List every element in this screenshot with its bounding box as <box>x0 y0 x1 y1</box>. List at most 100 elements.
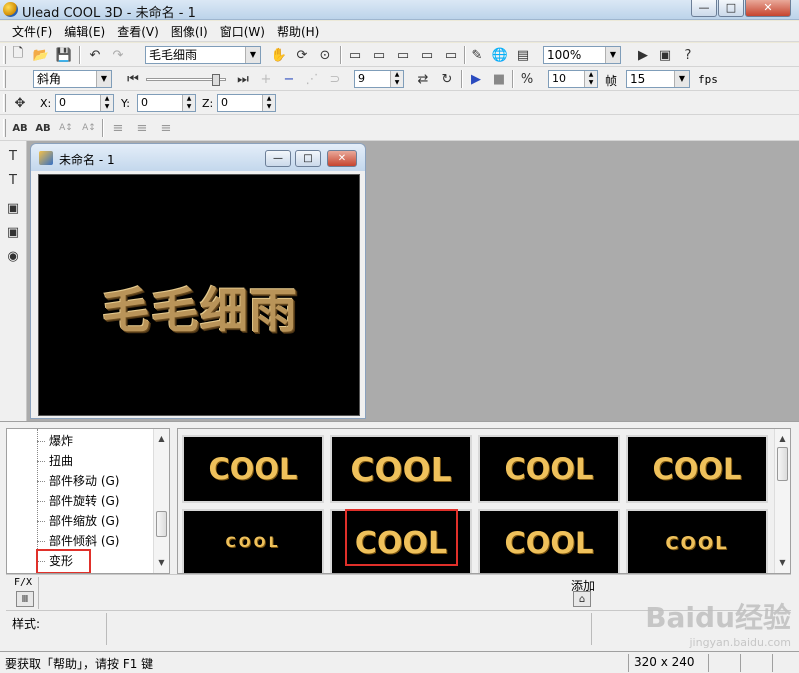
geometric-object-icon[interactable]: ◉ <box>4 247 22 265</box>
chevron-down-icon[interactable]: ▼ <box>245 47 260 63</box>
thumbnail-7[interactable]: COOL <box>478 509 620 573</box>
z-spin[interactable]: 0 ▲ ▼ <box>217 94 276 112</box>
thumbnail-1[interactable]: COOL <box>182 435 324 503</box>
doc-maximize-button[interactable]: □ <box>295 150 321 167</box>
maximize-button[interactable]: □ <box>718 0 744 17</box>
last-frame-icon[interactable]: ⏭ <box>234 70 252 88</box>
insert-text-icon[interactable]: T <box>4 147 22 165</box>
close-button[interactable]: ✕ <box>745 0 791 17</box>
zoom-combo[interactable]: 100% ▼ <box>543 46 621 64</box>
spin-arrows-icon[interactable]: ▲ ▼ <box>182 95 195 111</box>
pingpong-icon[interactable]: ↻ <box>438 70 456 88</box>
bevel-combo[interactable]: 斜角 ▼ <box>33 70 112 88</box>
hand-icon[interactable]: ✋ <box>270 46 288 64</box>
thumbnail-3[interactable]: COOL <box>478 435 620 503</box>
spin-arrows-icon[interactable]: ▲ ▼ <box>390 71 403 87</box>
timeline-slider[interactable] <box>146 74 226 88</box>
edit-text-icon[interactable]: T <box>4 171 22 189</box>
thumbnail-8[interactable]: COOL <box>626 509 768 573</box>
render-canvas[interactable]: 毛毛细雨 <box>38 174 360 416</box>
scroll-up-icon[interactable]: ▲ <box>775 431 790 447</box>
loop-icon[interactable]: ⇄ <box>414 70 432 88</box>
gallery-scrollbar[interactable]: ▲ ▼ <box>774 429 790 573</box>
insert-graphic-icon[interactable]: ▣ <box>4 199 22 217</box>
tree-item-part-scale[interactable]: 部件缩放 (G) <box>47 512 121 530</box>
align-bottom-icon[interactable]: ▭ <box>394 46 412 64</box>
letter-spacing-narrow-icon[interactable]: AB <box>34 119 52 137</box>
thumbnail-2[interactable]: COOL <box>330 435 472 503</box>
slider-thumb[interactable] <box>212 74 220 86</box>
move-object-icon[interactable]: ✥ <box>11 94 29 112</box>
tree-item-twist[interactable]: 扭曲 <box>47 452 75 470</box>
line-spacing-narrow-icon[interactable]: A↕ <box>80 119 98 137</box>
spin-arrows-icon[interactable]: ▲ ▼ <box>584 71 597 87</box>
tree-item-part-skew[interactable]: 部件倾斜 (G) <box>47 532 121 550</box>
spin-arrows-icon[interactable]: ▲ ▼ <box>100 95 113 111</box>
line-spacing-icon[interactable]: A↕ <box>57 119 75 137</box>
play-icon[interactable]: ▶ <box>467 70 485 88</box>
align-text-right-icon[interactable]: ≡ <box>157 119 175 137</box>
menu-window[interactable]: 窗口(W) <box>214 23 271 40</box>
menu-help[interactable]: 帮助(H) <box>271 23 325 40</box>
rotate-object-icon[interactable]: ⟳ <box>293 46 311 64</box>
align-middle-icon[interactable]: ▭ <box>370 46 388 64</box>
minimize-button[interactable]: — <box>691 0 717 17</box>
save-icon[interactable]: 💾 <box>55 46 73 64</box>
total-frames-spin[interactable]: 10 ▲ ▼ <box>548 70 598 88</box>
text-combo[interactable]: 毛毛细雨 ▼ <box>145 46 261 64</box>
menu-edit[interactable]: 编辑(E) <box>58 23 111 40</box>
scroll-thumb[interactable] <box>156 511 167 537</box>
select-object-icon[interactable]: ⊙ <box>316 46 334 64</box>
fps-combo[interactable]: 15 ▼ <box>626 70 690 88</box>
align-text-center-icon[interactable]: ≡ <box>133 119 151 137</box>
chevron-down-icon[interactable]: ▼ <box>605 47 620 63</box>
align-right-icon[interactable]: ▭ <box>442 46 460 64</box>
reverse-icon[interactable]: ⊃ <box>326 70 344 88</box>
scroll-up-icon[interactable]: ▲ <box>154 431 169 447</box>
chevron-down-icon[interactable]: ▼ <box>674 71 689 87</box>
scroll-down-icon[interactable]: ▼ <box>154 555 169 571</box>
scroll-thumb[interactable] <box>777 447 788 481</box>
menu-view[interactable]: 查看(V) <box>111 23 165 40</box>
tree-item-explode[interactable]: 爆炸 <box>47 432 75 450</box>
first-frame-icon[interactable]: ⏮ <box>124 70 142 88</box>
tree-item-part-rotate[interactable]: 部件旋转 (G) <box>47 492 121 510</box>
spin-arrows-icon[interactable]: ▲ ▼ <box>262 95 275 111</box>
edit-graphic-icon[interactable]: ▣ <box>4 223 22 241</box>
percent-icon[interactable]: % <box>518 70 536 88</box>
canvas-3d-text[interactable]: 毛毛细雨 <box>64 271 336 341</box>
scroll-down-icon[interactable]: ▼ <box>775 555 790 571</box>
menu-file[interactable]: 文件(F) <box>6 23 58 40</box>
remove-keyframe-icon[interactable]: − <box>280 70 298 88</box>
align-top-icon[interactable]: ▭ <box>346 46 364 64</box>
open-folder-icon[interactable]: 📂 <box>32 46 50 64</box>
tween-icon[interactable]: ⋰ <box>303 70 321 88</box>
preview-icon[interactable]: ▶ <box>634 46 652 64</box>
chevron-down-icon[interactable]: ▼ <box>96 71 111 87</box>
thumbnail-4[interactable]: COOL <box>626 435 768 503</box>
undo-icon[interactable]: ↶ <box>86 46 104 64</box>
letter-spacing-icon[interactable]: AB <box>11 119 29 137</box>
fx-apply-icon[interactable]: Ⅲ <box>16 591 34 607</box>
doc-minimize-button[interactable]: — <box>265 150 291 167</box>
stop-icon[interactable]: ■ <box>490 70 508 88</box>
chart-icon[interactable]: ▤ <box>514 46 532 64</box>
globe-icon[interactable]: 🌐 <box>491 46 509 64</box>
menu-image[interactable]: 图像(I) <box>165 23 214 40</box>
thumbnail-5[interactable]: COOL <box>182 509 324 573</box>
new-file-icon[interactable]: 🗋 <box>9 46 27 64</box>
x-spin[interactable]: 0 ▲ ▼ <box>55 94 114 112</box>
help-pointer-icon[interactable]: ? <box>679 46 697 64</box>
y-spin[interactable]: 0 ▲ ▼ <box>137 94 196 112</box>
add-keyframe-icon[interactable]: + <box>257 70 275 88</box>
tree-scrollbar[interactable]: ▲ ▼ <box>153 429 169 573</box>
align-left-icon[interactable]: ▭ <box>418 46 436 64</box>
snapshot-icon[interactable]: ▣ <box>656 46 674 64</box>
doc-close-button[interactable]: ✕ <box>327 150 357 167</box>
redo-icon[interactable]: ↷ <box>109 46 127 64</box>
paint-icon[interactable]: ✎ <box>468 46 486 64</box>
add-to-palette-icon[interactable]: ⌂ <box>573 591 591 607</box>
frame-spin[interactable]: 9 ▲ ▼ <box>354 70 404 88</box>
align-text-left-icon[interactable]: ≡ <box>109 119 127 137</box>
tree-item-part-move[interactable]: 部件移动 (G) <box>47 472 121 490</box>
